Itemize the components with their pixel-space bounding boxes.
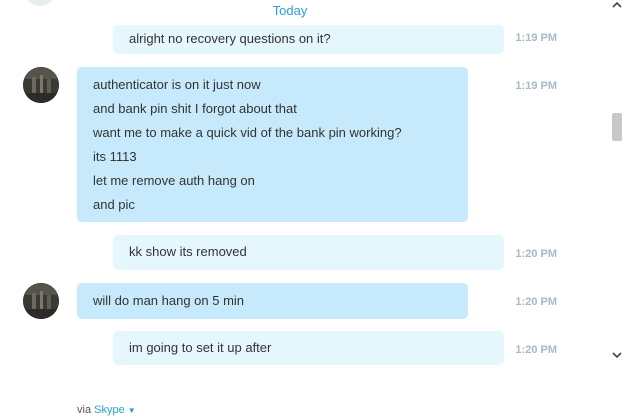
message-text: alright no recovery questions on it? xyxy=(129,31,331,46)
message-text: let me remove auth hang on xyxy=(93,173,255,188)
message-text: its 1113 xyxy=(93,149,137,164)
message-text: want me to make a quick vid of the bank … xyxy=(93,125,402,140)
chevron-up-icon[interactable] xyxy=(611,0,623,12)
message-text: and pic xyxy=(93,197,135,212)
message-text: and bank pin shit I forgot about that xyxy=(93,101,297,116)
message-text: will do man hang on 5 min xyxy=(93,293,245,308)
message-bubble-outgoing: alright no recovery questions on it? xyxy=(113,25,504,54)
message-bubble-outgoing: kk show its removed xyxy=(113,235,504,270)
date-divider: Today xyxy=(272,3,308,18)
message-text: authenticator is on it just now xyxy=(93,77,261,92)
message-timestamp: 1:20 PM xyxy=(515,344,557,356)
message-bubble-incoming: will do man hang on 5 min xyxy=(77,283,468,319)
contact-avatar[interactable] xyxy=(23,67,59,103)
caret-down-icon[interactable]: ▼ xyxy=(128,406,136,415)
message-timestamp: 1:20 PM xyxy=(515,296,557,308)
message-text: im going to set it up after xyxy=(129,340,272,355)
scrollbar[interactable] xyxy=(608,0,626,370)
message-bubble-outgoing: im going to set it up after xyxy=(113,331,504,365)
via-service-selector: via Skype ▼ xyxy=(77,403,136,418)
message-timestamp: 1:20 PM xyxy=(515,248,557,260)
via-label: via xyxy=(77,404,92,416)
message-timestamp: 1:19 PM xyxy=(515,32,557,44)
message-bubble-incoming: authenticator is on it just now and bank… xyxy=(77,67,468,222)
service-link[interactable]: Skype xyxy=(94,404,125,416)
scrollbar-thumb[interactable] xyxy=(612,113,622,141)
chat-history: Today alright no recovery questions on i… xyxy=(0,0,609,370)
message-timestamp: 1:19 PM xyxy=(515,80,557,92)
message-text: kk show its removed xyxy=(129,244,247,259)
contact-avatar[interactable] xyxy=(23,283,59,319)
chevron-down-icon[interactable] xyxy=(611,350,623,362)
